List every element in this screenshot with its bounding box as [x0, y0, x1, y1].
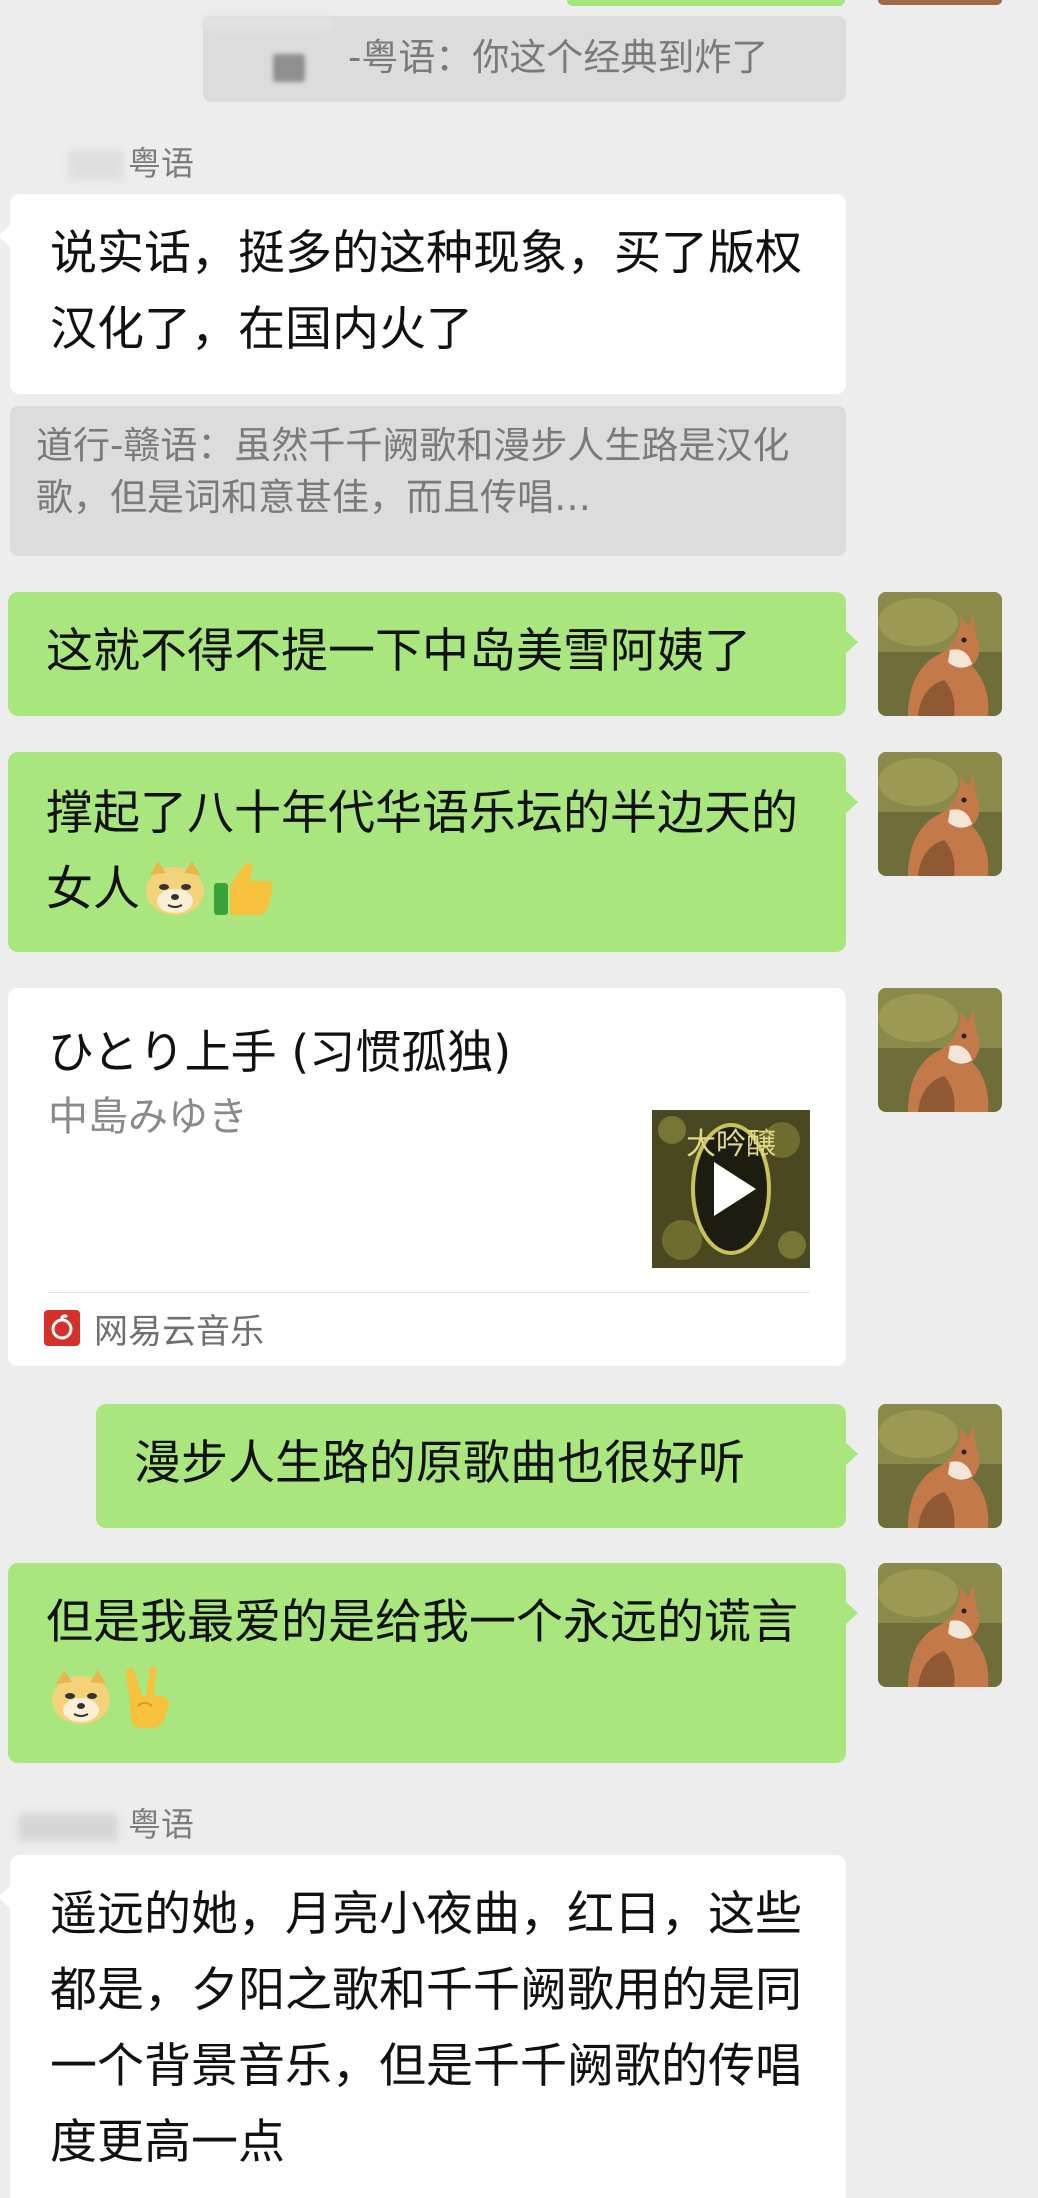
sender-label: 粤语: [128, 1805, 194, 1844]
album-cover[interactable]: 大吟醸: [652, 1110, 810, 1268]
netease-music-icon: [44, 1310, 80, 1346]
fox-avatar-icon: [878, 752, 1002, 876]
victory-hand-emoji-icon: [125, 1666, 169, 1728]
previous-avatar-edge: [878, 0, 1002, 5]
sender-label: 粤语: [128, 144, 194, 183]
chat-view: -粤语：你这个经典到炸了 粤语 说实话，挺多的这种现象，买了版权汉化了，在国内火…: [0, 0, 1038, 2198]
message-bubble[interactable]: 漫步人生路的原歌曲也很好听: [96, 1404, 858, 1528]
song-artist: 中島みゆき: [48, 1094, 248, 1140]
cover-text: 大吟醸: [686, 1127, 776, 1162]
fox-avatar-icon: [878, 988, 1002, 1112]
avatar[interactable]: [878, 752, 1002, 876]
fox-avatar-icon: [878, 1404, 1002, 1528]
blurred-name: [203, 16, 333, 30]
thumbs-up-emoji-icon: [214, 863, 273, 915]
quoted-reply[interactable]: -粤语：你这个经典到炸了: [203, 16, 846, 102]
message-text: 这就不得不提一下中岛美雪阿姨了: [46, 624, 751, 679]
fox-avatar-icon: [878, 592, 1002, 716]
quote-text: -粤语：你这个经典到炸了: [348, 36, 769, 79]
doge-emoji-icon: [146, 861, 204, 915]
quoted-reply[interactable]: 道行-赣语：虽然千千阙歌和漫步人生路是汉化歌，但是词和意甚佳，而且传唱…: [10, 406, 846, 556]
avatar[interactable]: [878, 592, 1002, 716]
message-bubble[interactable]: 遥远的她，月亮小夜曲，红日，这些都是，夕阳之歌和千千阙歌用的是同一个背景音乐，但…: [0, 1855, 846, 2198]
play-icon[interactable]: [702, 1158, 762, 1220]
avatar[interactable]: [878, 988, 1002, 1112]
message-text: 说实话，挺多的这种现象，买了版权汉化了，在国内火了: [50, 226, 802, 357]
doge-emoji-icon: [52, 1670, 110, 1724]
previous-message-bubble-edge: [567, 0, 845, 6]
music-source[interactable]: 网易云音乐: [44, 1296, 264, 1360]
message-text: 遥远的她，月亮小夜曲，红日，这些都是，夕阳之歌和千千阙歌用的是同一个背景音乐，但…: [50, 1887, 802, 2170]
message-text: 漫步人生路的原歌曲也很好听: [134, 1436, 745, 1491]
sender-name: 粤语: [68, 144, 194, 184]
card-divider: [48, 1292, 810, 1293]
fox-avatar-icon: [878, 1563, 1002, 1687]
message-bubble[interactable]: 撑起了八十年代华语乐坛的半边天的女人: [8, 752, 858, 952]
message-bubble[interactable]: 但是我最爱的是给我一个永远的谎言: [8, 1563, 858, 1763]
blurred-name: [273, 54, 305, 82]
message-text: 但是我最爱的是给我一个永远的谎言: [46, 1595, 798, 1650]
blurred-name: [68, 150, 124, 180]
source-label: 网易云音乐: [94, 1311, 264, 1352]
song-title: ひとり上手 (习惯孤独): [48, 1025, 512, 1079]
quote-text: 道行-赣语：虽然千千阙歌和漫步人生路是汉化歌，但是词和意甚佳，而且传唱…: [36, 424, 790, 519]
message-bubble[interactable]: 这就不得不提一下中岛美雪阿姨了: [8, 592, 858, 716]
music-share-card[interactable]: ひとり上手 (习惯孤独) 中島みゆき 大吟醸 网易云音乐: [8, 988, 846, 1366]
blurred-name: [18, 1813, 118, 1841]
message-bubble[interactable]: 说实话，挺多的这种现象，买了版权汉化了，在国内火了: [0, 194, 846, 394]
sender-name: 粤语: [18, 1805, 194, 1845]
avatar[interactable]: [878, 1563, 1002, 1687]
avatar[interactable]: [878, 1404, 1002, 1528]
